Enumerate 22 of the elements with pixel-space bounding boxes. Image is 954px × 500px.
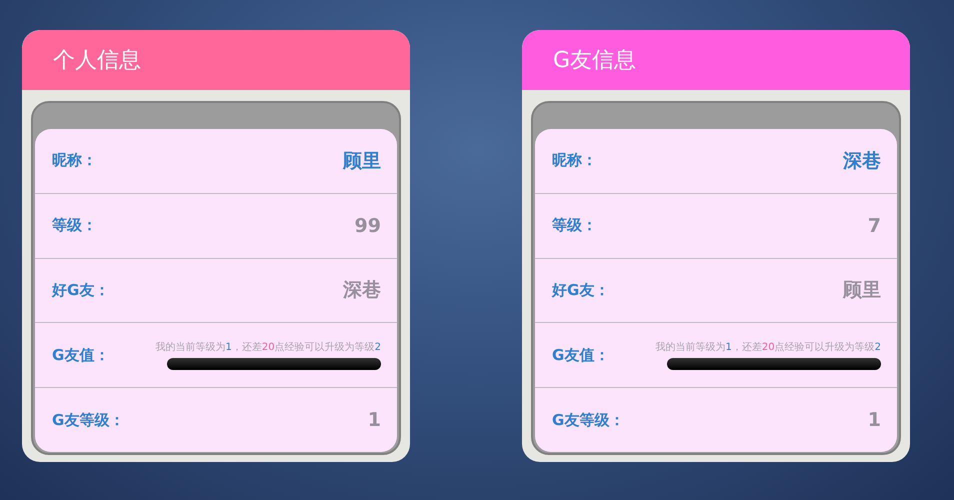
field-label: G友等级：	[52, 410, 124, 430]
field-value: 深巷	[843, 148, 881, 174]
field-value: 1	[868, 409, 881, 432]
progress-note: 我的当前等级为1，还差20点经验可以升级为等级2	[156, 340, 381, 354]
field-value: 深巷	[343, 278, 381, 304]
field-value: 顾里	[843, 278, 881, 304]
progress-note: 我的当前等级为1，还差20点经验可以升级为等级2	[656, 340, 881, 354]
field-label: G友等级：	[552, 410, 624, 430]
field-label: 昵称：	[52, 151, 97, 170]
field-label: 等级：	[52, 216, 97, 236]
field-value: 7	[868, 214, 881, 237]
field-value: 99	[354, 214, 381, 237]
card-title: G友信息	[553, 47, 636, 75]
field-label: G友值：	[52, 346, 110, 365]
field-label: G友值：	[552, 346, 610, 365]
field-label: 好G友：	[52, 280, 110, 300]
field-label: 昵称：	[552, 151, 597, 170]
field-value: 顾里	[343, 148, 381, 174]
field-label: 好G友：	[552, 280, 610, 300]
field-value: 1	[368, 409, 381, 432]
card-title: 个人信息	[53, 47, 141, 75]
field-label: 等级：	[552, 216, 597, 236]
